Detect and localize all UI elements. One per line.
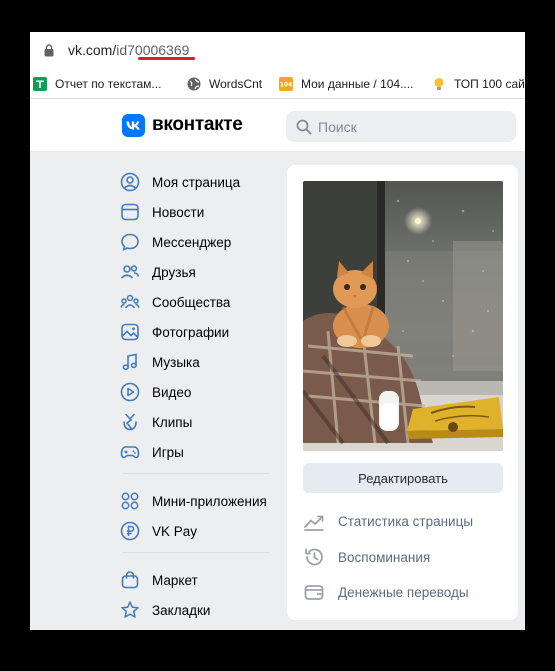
clips-icon	[123, 413, 137, 431]
url-host: vk.com/	[68, 42, 117, 58]
vkpay-icon	[120, 521, 140, 541]
money-transfer-icon	[304, 585, 324, 600]
sidebar-item-photos[interactable]: Фотографии	[120, 317, 229, 347]
sidebar-item-label: Мини-приложения	[152, 493, 267, 509]
sidebar-item-label: Моя страница	[152, 174, 241, 190]
bookmark-label: ТОП 100 сай	[454, 77, 525, 91]
video-icon	[120, 382, 140, 402]
sidebar-item-mini-apps[interactable]: Мини-приложения	[120, 486, 267, 516]
address-bar[interactable]: vk.com/id70006369	[30, 32, 525, 71]
market-icon	[121, 571, 139, 589]
cat-photo-image	[303, 181, 503, 451]
photo-icon	[121, 323, 139, 341]
games-icon	[120, 446, 140, 459]
friends-icon	[120, 265, 140, 279]
browser-window: vk.com/id70006369 Отчет по текстам... Wo…	[30, 32, 525, 630]
bookmarks-bar: Отчет по текстам... WordsCnt 104 Мои дан…	[30, 70, 525, 99]
money-transfers-link[interactable]: Денежные переводы	[303, 579, 469, 605]
user-circle-icon	[120, 172, 140, 192]
message-icon	[121, 233, 139, 251]
lock-icon	[44, 44, 54, 57]
sidebar-item-clips[interactable]: Клипы	[120, 407, 192, 437]
sidebar-item-label: Новости	[152, 204, 205, 220]
vk-logo-mark	[126, 121, 140, 130]
music-icon	[122, 353, 137, 370]
sidebar-item-label: Закладки	[152, 602, 211, 618]
sidebar-item-market[interactable]: Маркет	[120, 565, 198, 595]
communities-icon	[120, 294, 140, 309]
sidebar-item-music[interactable]: Музыка	[120, 347, 200, 377]
bookmark-item[interactable]: 104 Мои данные / 104....	[279, 76, 413, 92]
vk-header: вконтакте	[30, 99, 525, 152]
news-icon	[121, 203, 139, 221]
link-label: Статистика страницы	[338, 513, 474, 529]
sidebar-item-messenger[interactable]: Мессенджер	[120, 227, 231, 257]
sidebar-item-label: Музыка	[152, 354, 200, 370]
link-label: Воспоминания	[338, 549, 431, 565]
bookmark-item[interactable]: Отчет по текстам...	[33, 76, 161, 92]
site-104-icon: 104	[279, 77, 293, 91]
vk-logo-icon[interactable]	[122, 114, 145, 137]
stats-icon	[304, 515, 324, 531]
sidebar-item-label: Мессенджер	[152, 234, 232, 250]
url-path-text: id70006369	[116, 42, 190, 58]
globe-icon	[187, 77, 201, 91]
search-box[interactable]	[286, 111, 516, 142]
link-label: Денежные переводы	[338, 584, 469, 600]
sidebar-item-label: Клипы	[152, 414, 193, 430]
page-statistics-link[interactable]: Статистика страницы	[303, 508, 473, 534]
url-highlight-underline	[138, 57, 195, 60]
sidebar-item-label: Друзья	[152, 264, 196, 280]
sidebar-item-label: Игры	[152, 444, 184, 460]
sheets-icon	[33, 77, 47, 91]
profile-photo-card: Редактировать Статистика страницы Воспом…	[287, 165, 518, 620]
sidebar-divider	[122, 552, 270, 553]
vk-logo-text[interactable]: вконтакте	[152, 114, 243, 136]
lightbulb-icon	[434, 78, 444, 90]
sidebar-item-label: Маркет	[152, 572, 198, 588]
bookmark-item[interactable]: ТОП 100 сай	[432, 76, 525, 92]
edit-profile-button[interactable]: Редактировать	[303, 463, 503, 493]
profile-photo[interactable]	[303, 181, 503, 451]
sidebar-item-my-page[interactable]: Моя страница	[120, 167, 240, 197]
sidebar-item-bookmarks[interactable]: Закладки	[120, 595, 210, 625]
url-text[interactable]: vk.com/id70006369	[68, 42, 189, 58]
sidebar-item-friends[interactable]: Друзья	[120, 257, 196, 287]
bookmark-label: Мои данные / 104....	[301, 77, 414, 91]
bookmark-label: WordsCnt	[209, 77, 263, 91]
sidebar-item-vk-pay[interactable]: VK Pay	[120, 516, 197, 546]
bookmark-label: Отчет по текстам...	[55, 77, 162, 91]
svg-text:104: 104	[280, 82, 293, 89]
star-icon	[121, 601, 139, 618]
memories-link[interactable]: Воспоминания	[303, 544, 430, 570]
sidebar-item-label: VK Pay	[152, 523, 198, 539]
sidebar-item-communities[interactable]: Сообщества	[120, 287, 230, 317]
sidebar-divider	[122, 473, 270, 474]
sidebar-item-label: Сообщества	[152, 294, 231, 310]
bookmark-item[interactable]: WordsCnt	[187, 76, 262, 92]
apps-icon	[121, 492, 139, 510]
sidebar-item-label: Фотографии	[152, 324, 230, 340]
sidebar-item-news[interactable]: Новости	[120, 197, 204, 227]
sidebar-item-games[interactable]: Игры	[120, 437, 184, 467]
search-input[interactable]	[318, 117, 498, 137]
memories-icon	[305, 548, 323, 566]
sidebar-item-label: Видео	[152, 384, 192, 400]
sidebar-item-video[interactable]: Видео	[120, 377, 191, 407]
url-path: id70006369	[116, 42, 189, 58]
search-icon	[296, 119, 312, 135]
